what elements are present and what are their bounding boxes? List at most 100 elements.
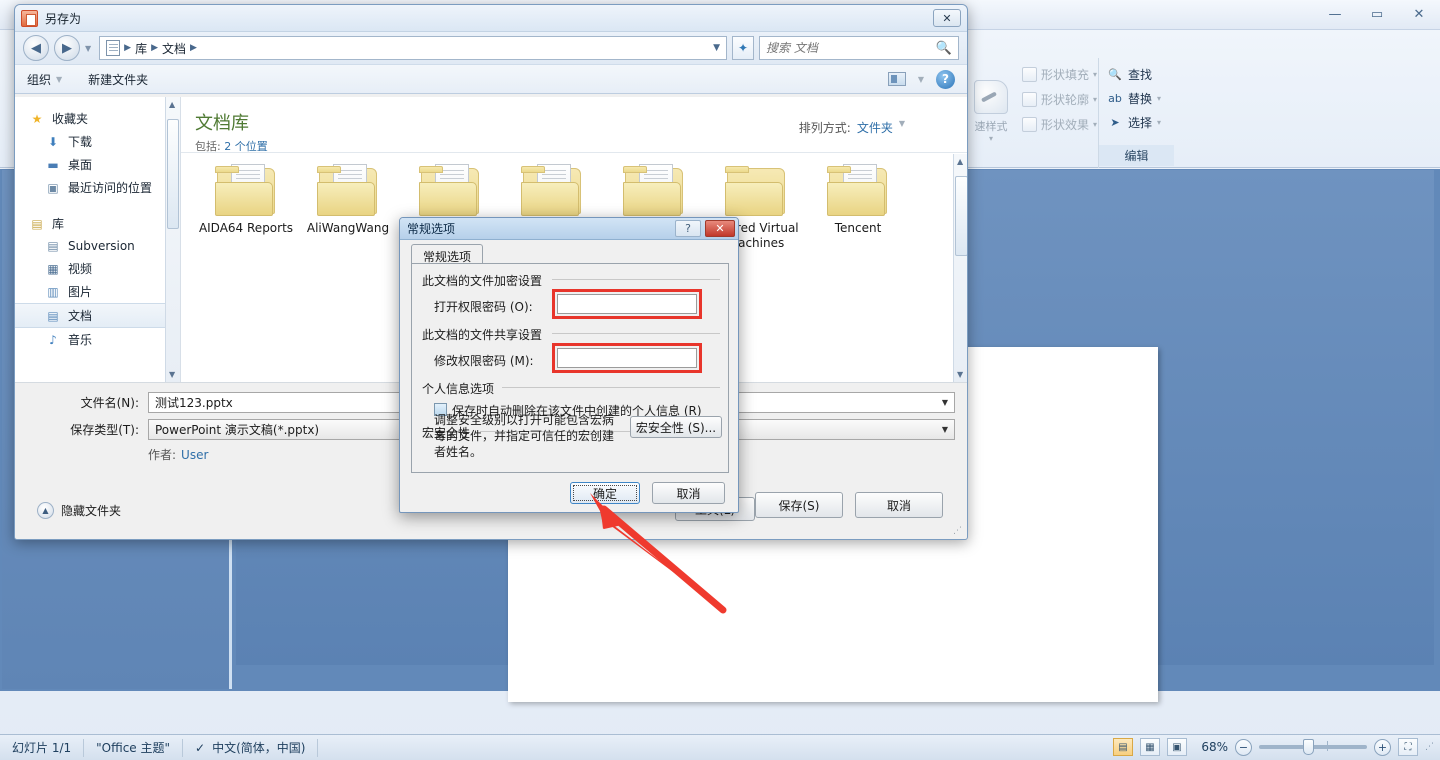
search-input[interactable] [766, 41, 932, 55]
file-list-scrollbar-thumb[interactable] [955, 176, 967, 256]
organize-menu-button[interactable]: 组织 ▼ [27, 71, 62, 88]
sidebar-item-downloads[interactable]: ⬇ 下载 [15, 130, 180, 153]
save-button[interactable]: 保存(S) [755, 492, 843, 518]
macro-security-button[interactable]: 宏安全性 (S)... [630, 416, 722, 438]
resize-grip-icon[interactable]: ⋰ [953, 526, 963, 536]
navigation-sidebar[interactable]: ★ 收藏夹 ⬇ 下载 ▬ 桌面 ▣ 最近访问的位置 ▤ 库 ▤ Subversi… [15, 97, 181, 382]
open-password-input[interactable] [557, 294, 697, 314]
sidebar-item-label: 最近访问的位置 [68, 181, 153, 195]
close-button[interactable]: ✕ [1406, 5, 1432, 23]
reading-view-button[interactable]: ▣ [1167, 738, 1187, 756]
scroll-up-icon[interactable]: ▲ [957, 157, 963, 166]
replace-button[interactable]: ab 替换 ▾ [1107, 90, 1161, 107]
shape-outline-label: 形状轮廓 [1041, 93, 1090, 107]
zoom-in-button[interactable]: + [1374, 738, 1391, 756]
slide-sorter-view-button[interactable]: ▦ [1140, 738, 1160, 756]
file-list-scrollbar[interactable]: ▲ ▼ [953, 154, 967, 382]
breadcrumb-dropdown-icon[interactable]: ▼ [713, 43, 720, 53]
new-folder-button[interactable]: 新建文件夹 [88, 71, 148, 88]
pictures-icon: ▥ [47, 284, 59, 299]
sidebar-scrollbar[interactable]: ▲ ▼ [165, 97, 180, 382]
sidebar-scrollbar-thumb[interactable] [167, 119, 179, 229]
zoom-slider-thumb[interactable] [1303, 739, 1314, 755]
sidebar-item-favorites[interactable]: ★ 收藏夹 [15, 107, 180, 130]
save-as-title: 另存为 [45, 11, 82, 26]
modify-password-input[interactable] [557, 348, 697, 368]
zoom-slider-tick [1327, 741, 1328, 751]
sidebar-item-desktop[interactable]: ▬ 桌面 [15, 153, 180, 176]
zoom-out-button[interactable]: − [1235, 738, 1252, 756]
restore-button[interactable]: ▭ [1364, 5, 1390, 23]
sidebar-item-videos[interactable]: ▦ 视频 [15, 257, 180, 280]
scroll-down-icon[interactable]: ▼ [169, 370, 175, 379]
arrange-by-control[interactable]: 排列方式: 文件夹 ▼ [799, 119, 905, 136]
zoom-level-label[interactable]: 68% [1194, 740, 1228, 754]
chevron-down-icon[interactable]: ▼ [942, 425, 948, 434]
sidebar-item-pictures[interactable]: ▥ 图片 [15, 280, 180, 303]
star-icon: ★ [31, 111, 43, 126]
normal-view-button[interactable]: ▤ [1113, 738, 1133, 756]
arrange-by-value[interactable]: 文件夹 [857, 119, 893, 136]
ribbon-edit-group: 🔍 查找 ab 替换 ▾ ➤ 选择 ▾ 编辑 [1098, 58, 1174, 168]
general-options-titlebar: 常规选项 ? ✕ [400, 218, 738, 240]
search-icon[interactable]: 🔍 [936, 41, 952, 56]
author-value[interactable]: User [181, 448, 208, 462]
sidebar-item-music[interactable]: ♪ 音乐 [15, 328, 180, 351]
shape-fill-button[interactable]: 形状填充 ▾ [1022, 66, 1097, 83]
sharing-group-label: 此文档的文件共享设置 [422, 328, 543, 342]
search-box[interactable]: 🔍 [759, 36, 959, 60]
scroll-down-icon[interactable]: ▼ [957, 370, 963, 379]
save-as-close-button[interactable]: ✕ [933, 9, 961, 27]
close-button[interactable]: ✕ [705, 220, 735, 237]
replace-label: 替换 [1128, 92, 1153, 106]
folder-label: AIDA64 Reports [198, 221, 294, 235]
chevron-down-icon[interactable]: ▼ [899, 119, 905, 136]
breadcrumb-root-icon [106, 40, 121, 56]
history-dropdown-icon[interactable]: ▼ [85, 44, 91, 53]
fit-slide-button[interactable]: ⛶ [1398, 738, 1418, 756]
general-options-dialog: 常规选项 ? ✕ 常规选项 此文档的文件加密设置 打开权限密码 (O): 此文档… [399, 217, 739, 513]
find-button[interactable]: 🔍 查找 [1107, 66, 1152, 83]
forward-button[interactable]: ▶ [54, 35, 80, 61]
sidebar-item-documents[interactable]: ▤ 文档 [15, 303, 180, 328]
breadcrumb[interactable]: ▶ 库 ▶ 文档 ▶ ▼ [99, 36, 727, 60]
theme-name[interactable]: "Office 主题" [84, 738, 184, 757]
shape-outline-button[interactable]: 形状轮廓 ▾ [1022, 91, 1097, 108]
select-button[interactable]: ➤ 选择 ▾ [1107, 114, 1161, 131]
ok-button[interactable]: 确定 [570, 482, 640, 504]
folder-item[interactable]: AIDA64 Reports [195, 164, 297, 251]
sidebar-item-label: 文档 [68, 309, 93, 323]
minimize-button[interactable]: — [1322, 5, 1348, 23]
breadcrumb-item-library[interactable]: 库 [135, 40, 147, 57]
scroll-up-icon[interactable]: ▲ [169, 100, 175, 109]
filename-value: 测试123.pptx [155, 396, 233, 410]
zoom-slider[interactable] [1259, 739, 1367, 755]
sidebar-item-subversion[interactable]: ▤ Subversion [15, 235, 180, 257]
breadcrumb-separator-icon: ▶ [151, 43, 159, 53]
general-options-cancel-button[interactable]: 取消 [652, 482, 725, 504]
help-button[interactable]: ? [675, 220, 701, 237]
refresh-button[interactable]: ✦ [732, 36, 754, 60]
privacy-group-label: 个人信息选项 [422, 382, 495, 396]
folder-icon [827, 164, 889, 216]
chevron-down-icon: ▾ [1157, 94, 1162, 103]
chevron-down-icon: ▼ [56, 74, 63, 84]
chevron-down-icon[interactable]: ▼ [942, 398, 948, 407]
help-icon[interactable]: ? [936, 69, 955, 89]
chevron-down-icon[interactable]: ▼ [918, 75, 924, 84]
sidebar-item-libraries[interactable]: ▤ 库 [15, 212, 180, 235]
documents-icon: ▤ [47, 308, 59, 323]
library-location-count[interactable]: 2 个位置 [224, 140, 268, 153]
shape-effects-button[interactable]: 形状效果 ▾ [1022, 116, 1097, 133]
folder-item[interactable]: Tencent [807, 164, 909, 251]
quick-styles-button[interactable]: 速样式 ▾ [965, 63, 1017, 143]
sidebar-item-recent-places[interactable]: ▣ 最近访问的位置 [15, 176, 180, 199]
spellcheck-status[interactable]: ✓ 中文(简体，中国) [183, 738, 319, 757]
save-as-cancel-button[interactable]: 取消 [855, 492, 943, 518]
hide-folders-toggle[interactable]: ▲ 隐藏文件夹 [37, 502, 121, 519]
breadcrumb-item-documents[interactable]: 文档 [162, 40, 186, 57]
folder-item[interactable]: AliWangWang [297, 164, 399, 251]
back-button[interactable]: ◀ [23, 35, 49, 61]
powerpoint-app-icon [21, 9, 38, 27]
change-view-icon[interactable] [887, 72, 906, 86]
